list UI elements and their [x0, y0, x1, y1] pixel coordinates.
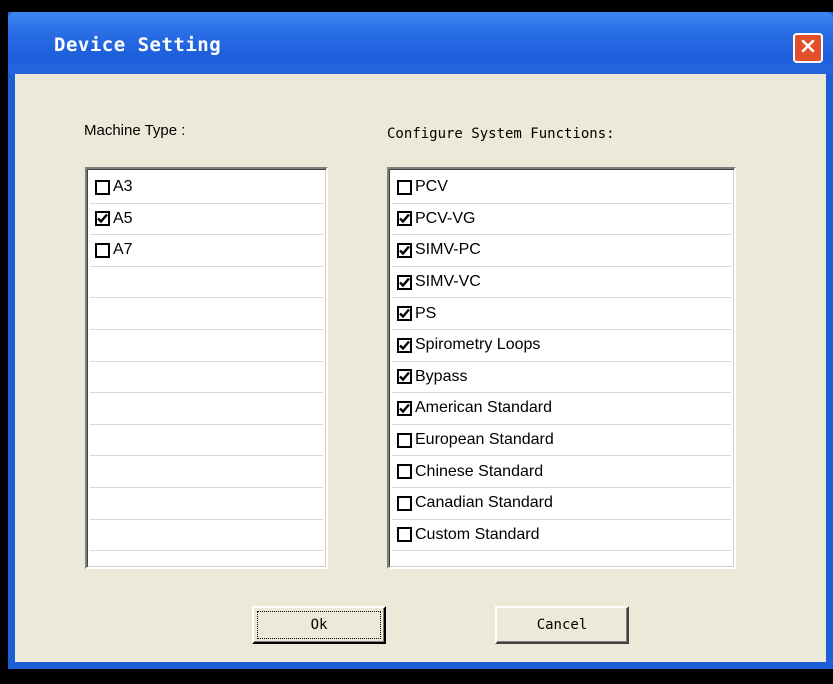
checkbox[interactable] [397, 527, 412, 543]
empty-row [90, 520, 323, 552]
empty-row [90, 488, 323, 520]
empty-row [90, 393, 323, 425]
function-item-ps[interactable]: PS [392, 298, 731, 330]
machine-item-a3[interactable]: A3 [90, 172, 323, 204]
system-functions-list[interactable]: PCV PCV-VG SIMV-PC SIMV-VC PS Spirometry… [387, 167, 736, 569]
function-item-custom-standard[interactable]: Custom Standard [392, 520, 731, 552]
function-item-label: PCV-VG [415, 209, 476, 227]
checkmark-icon [399, 372, 410, 382]
empty-row [90, 298, 323, 330]
device-setting-window: Device Setting Machine Type : Configure … [8, 12, 833, 669]
function-item-american-standard[interactable]: American Standard [392, 393, 731, 425]
function-item-label: Bypass [415, 367, 468, 385]
checkmark-icon [399, 403, 410, 414]
function-item-label: Chinese Standard [415, 462, 544, 480]
function-item-simv-pc[interactable]: SIMV-PC [392, 235, 731, 267]
function-item-european-standard[interactable]: European Standard [392, 425, 731, 457]
checkbox[interactable] [397, 306, 412, 322]
function-item-label: Spirometry Loops [415, 336, 541, 354]
machine-item-a7[interactable]: A7 [90, 235, 323, 267]
checkbox[interactable] [95, 242, 110, 258]
empty-row [90, 456, 323, 488]
function-item-label: Canadian Standard [415, 494, 553, 512]
checkbox[interactable] [397, 242, 412, 258]
empty-row [90, 425, 323, 457]
machine-item-label: A3 [113, 178, 133, 196]
empty-row [90, 267, 323, 299]
machine-item-label: A5 [113, 209, 133, 227]
function-item-label: PS [415, 304, 437, 322]
function-item-spirometry-loops[interactable]: Spirometry Loops [392, 330, 731, 362]
function-item-label: Custom Standard [415, 525, 540, 543]
checkbox[interactable] [397, 179, 412, 195]
machine-item-label: A7 [113, 241, 133, 259]
checkmark-icon [399, 245, 410, 256]
window-title: Device Setting [54, 34, 222, 56]
configure-functions-label: Configure System Functions: [387, 126, 615, 142]
close-icon [800, 38, 816, 58]
function-item-simv-vc[interactable]: SIMV-VC [392, 267, 731, 299]
checkbox[interactable] [95, 211, 110, 227]
machine-type-label: Machine Type : [84, 122, 186, 139]
checkbox[interactable] [397, 495, 412, 511]
function-item-bypass[interactable]: Bypass [392, 362, 731, 394]
checkbox[interactable] [397, 274, 412, 290]
checkmark-icon [97, 214, 108, 224]
checkbox[interactable] [95, 179, 110, 195]
cancel-button[interactable]: Cancel [495, 606, 629, 644]
checkmark-icon [399, 277, 410, 287]
machine-item-a5[interactable]: A5 [90, 204, 323, 236]
ok-button[interactable]: Ok [252, 606, 386, 644]
close-button[interactable] [793, 33, 823, 63]
checkmark-icon [399, 308, 410, 319]
dialog-body: Machine Type : Configure System Function… [15, 74, 826, 662]
checkbox[interactable] [397, 464, 412, 480]
title-bar[interactable]: Device Setting [8, 12, 833, 74]
checkbox[interactable] [397, 369, 412, 385]
function-item-label: SIMV-PC [415, 241, 481, 259]
function-item-pcv[interactable]: PCV [392, 172, 731, 204]
function-item-pcv-vg[interactable]: PCV-VG [392, 204, 731, 236]
function-item-label: European Standard [415, 431, 554, 449]
checkbox[interactable] [397, 400, 412, 416]
empty-row [90, 330, 323, 362]
checkbox[interactable] [397, 211, 412, 227]
function-item-label: SIMV-VC [415, 273, 481, 291]
function-item-chinese-standard[interactable]: Chinese Standard [392, 456, 731, 488]
function-item-label: American Standard [415, 399, 552, 417]
function-item-label: PCV [415, 178, 448, 196]
checkmark-icon [399, 214, 410, 224]
checkmark-icon [399, 340, 410, 351]
empty-row [90, 362, 323, 394]
checkbox[interactable] [397, 432, 412, 448]
machine-type-list[interactable]: A3 A5 A7 [85, 167, 328, 569]
checkbox[interactable] [397, 337, 412, 353]
function-item-canadian-standard[interactable]: Canadian Standard [392, 488, 731, 520]
